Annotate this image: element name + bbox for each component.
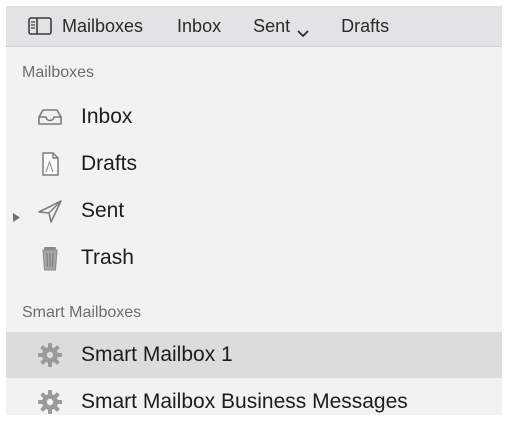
chevron-down-icon[interactable] bbox=[297, 22, 309, 37]
sidebar-item-trash[interactable]: Trash bbox=[6, 235, 502, 281]
toolbar-inbox-button[interactable]: Inbox bbox=[177, 6, 221, 46]
toolbar-mailboxes-button[interactable]: Mailboxes bbox=[28, 6, 143, 46]
sidebar-item-label: Smart Mailbox 1 bbox=[81, 343, 233, 366]
sidebar-item-smart-mailbox-business-messages[interactable]: Smart Mailbox Business Messages bbox=[6, 379, 502, 415]
favorites-bar: Mailboxes Inbox Sent Drafts bbox=[6, 6, 502, 47]
sidebar-item-label: Smart Mailbox Business Messages bbox=[81, 390, 408, 413]
mail-window: Mailboxes Inbox Sent Drafts Mailboxes In… bbox=[6, 6, 502, 415]
sidebar-item-label: Sent bbox=[81, 199, 125, 222]
sidebar-icon bbox=[28, 17, 52, 35]
toolbar-drafts-label: Drafts bbox=[341, 15, 390, 36]
toolbar-sent-label: Sent bbox=[253, 15, 291, 36]
sidebar-item-label: Inbox bbox=[81, 105, 133, 128]
section-header-smart-mailboxes: Smart Mailboxes bbox=[22, 304, 142, 321]
gear-icon bbox=[36, 388, 64, 415]
sidebar-item-drafts[interactable]: Drafts bbox=[6, 141, 502, 187]
section-header-mailboxes: Mailboxes bbox=[22, 64, 95, 81]
sidebar-item-label: Drafts bbox=[81, 152, 138, 175]
tray-icon bbox=[36, 103, 64, 131]
sidebar-item-inbox[interactable]: Inbox bbox=[6, 94, 502, 140]
disclosure-triangle-icon[interactable] bbox=[12, 205, 21, 222]
document-icon bbox=[36, 150, 64, 178]
toolbar-inbox-label: Inbox bbox=[177, 15, 222, 36]
toolbar-drafts-button[interactable]: Drafts bbox=[341, 6, 389, 46]
toolbar-mailboxes-label: Mailboxes bbox=[62, 15, 144, 36]
paper-plane-icon bbox=[36, 197, 64, 225]
toolbar-sent-button[interactable]: Sent bbox=[253, 6, 309, 46]
gear-icon bbox=[36, 341, 64, 369]
sidebar-item-smart-mailbox-1[interactable]: Smart Mailbox 1 bbox=[6, 332, 502, 378]
trash-icon bbox=[36, 244, 64, 272]
sidebar-item-label: Trash bbox=[81, 246, 134, 269]
sidebar-item-sent[interactable]: Sent bbox=[6, 188, 502, 234]
